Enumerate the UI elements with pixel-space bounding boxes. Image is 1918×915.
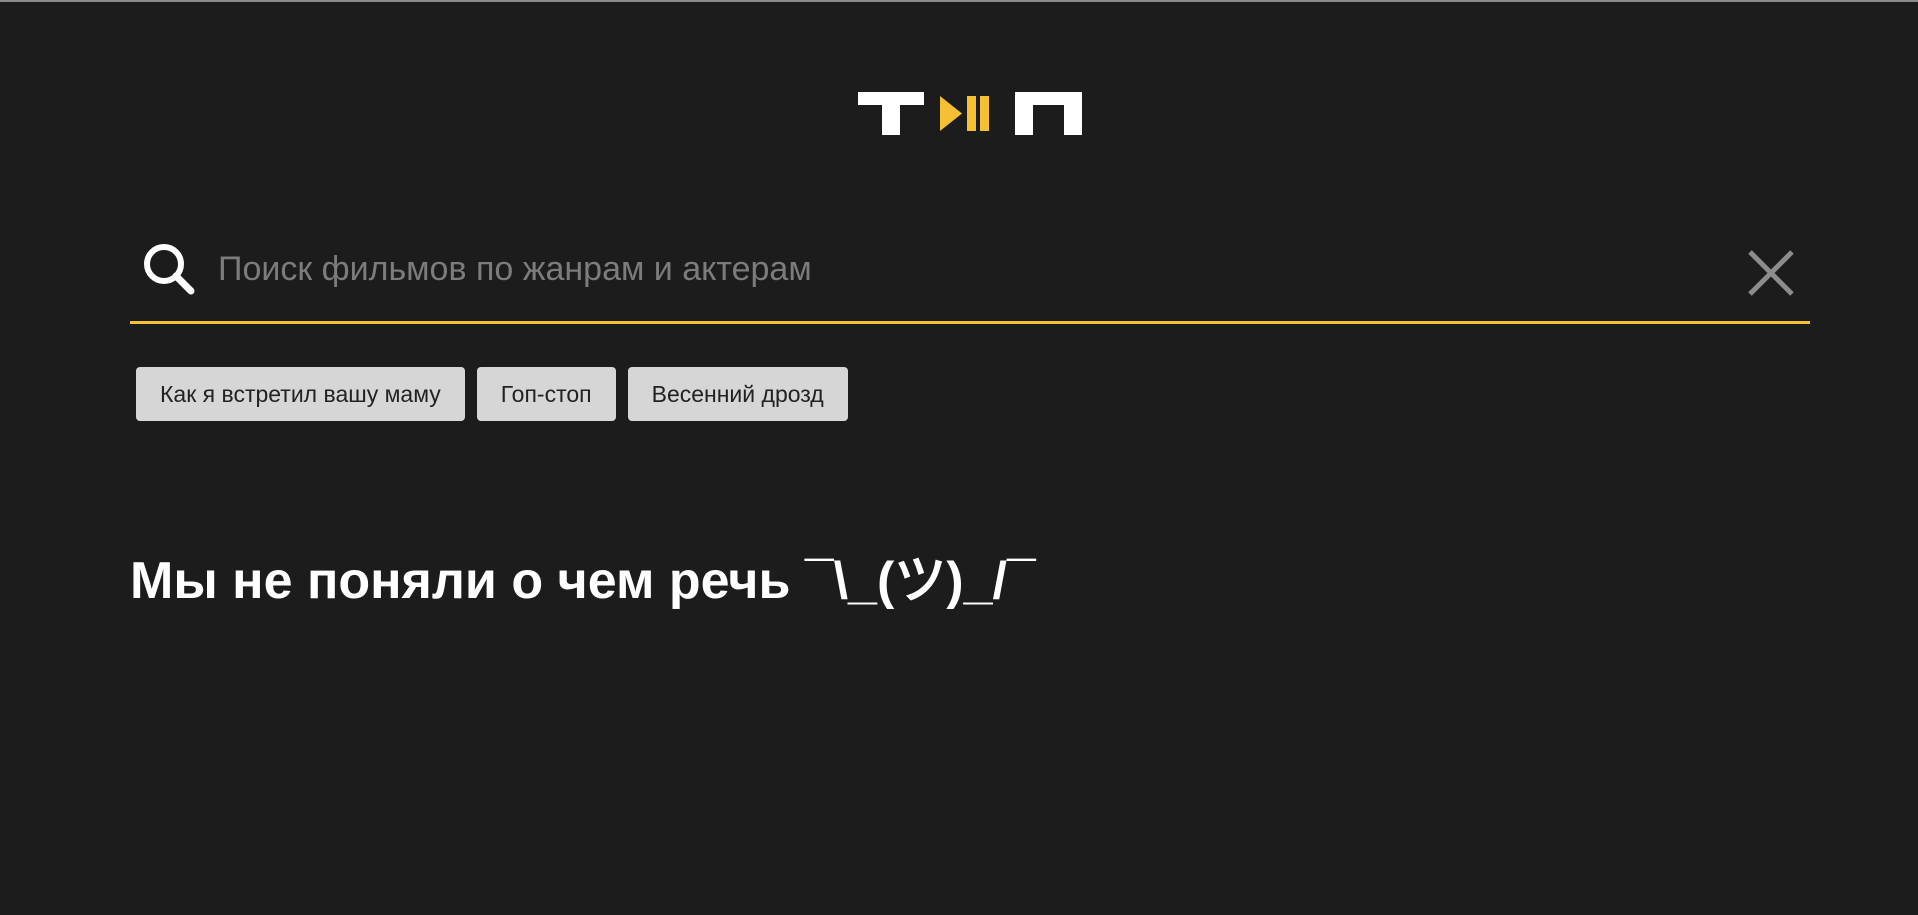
- suggestion-chips: Как я встретил вашу маму Гоп-стоп Весенн…: [136, 367, 848, 421]
- search-input[interactable]: [218, 242, 1668, 296]
- logo: [858, 92, 1082, 135]
- search-bar: [130, 230, 1810, 324]
- suggestion-chip[interactable]: Как я встретил вашу маму: [136, 367, 465, 421]
- logo-letter-t: [858, 92, 924, 135]
- logo-letter-p: [1015, 92, 1082, 135]
- logo-play-icon: [940, 96, 962, 131]
- logo-pause-bar-left: [967, 96, 976, 131]
- logo-pause-bar-right: [980, 96, 989, 131]
- suggestion-chip[interactable]: Весенний дрозд: [627, 367, 848, 421]
- empty-state-message: Мы не поняли о чем речь ¯\_(ツ)_/¯: [130, 552, 1036, 610]
- search-icon: [144, 244, 195, 295]
- window-top-edge: [0, 0, 1918, 2]
- close-icon[interactable]: [1746, 248, 1796, 298]
- suggestion-chip[interactable]: Гоп-стоп: [476, 367, 616, 421]
